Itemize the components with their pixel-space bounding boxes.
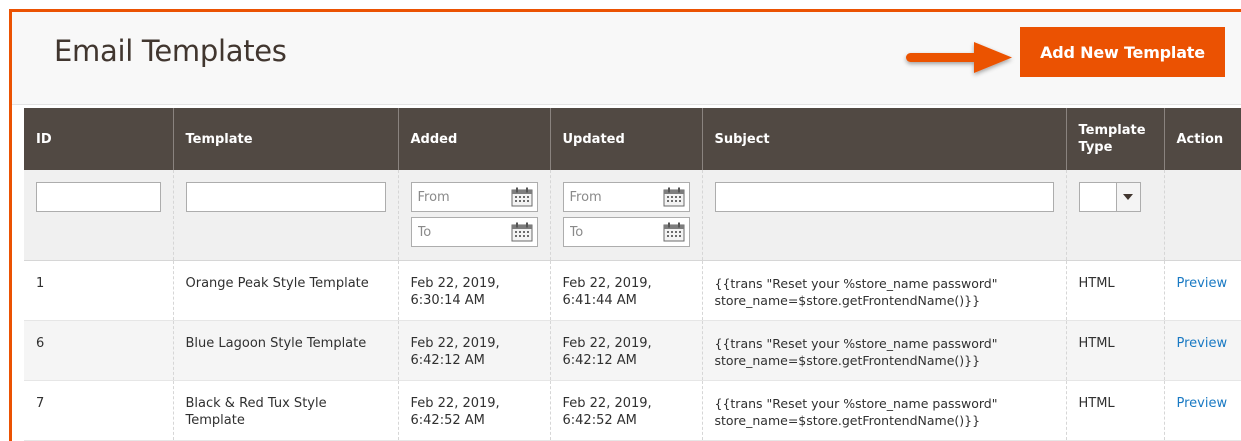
filter-id-input[interactable]	[36, 182, 161, 212]
calendar-icon[interactable]	[511, 222, 533, 242]
cell-id: 7	[24, 380, 173, 441]
calendar-icon[interactable]	[663, 222, 685, 242]
filter-updated-from	[562, 182, 690, 212]
cell-id: 1	[24, 260, 173, 321]
page-header: Email Templates Add New Template	[12, 12, 1241, 105]
cell-template: Orange Peak Style Template	[172, 260, 398, 321]
cell-updated: Feb 22, 2019, 6:42:52 AM	[549, 380, 702, 441]
cell-added: Feb 22, 2019, 6:42:52 AM	[397, 380, 550, 441]
filter-updated-to-input[interactable]	[563, 218, 659, 246]
filter-cell-id	[24, 170, 173, 261]
filter-cell-template-type	[1065, 170, 1164, 261]
cell-template-type: HTML	[1065, 320, 1164, 381]
cell-action: Preview	[1163, 380, 1241, 441]
calendar-icon[interactable]	[663, 187, 685, 207]
cell-added: Feb 22, 2019, 6:42:12 AM	[397, 320, 550, 381]
column-header-updated[interactable]: Updated	[549, 108, 702, 170]
cell-subject: {{trans "Reset your %store_name password…	[701, 260, 1066, 321]
filter-template-input[interactable]	[185, 182, 386, 212]
filter-cell-added	[397, 170, 550, 261]
cell-template: Blue Lagoon Style Template	[172, 320, 398, 381]
email-templates-grid: ID Template Added Updated Subject Templa…	[24, 108, 1241, 441]
calendar-icon[interactable]	[511, 187, 533, 207]
cell-template-type: HTML	[1065, 380, 1164, 441]
add-new-template-button[interactable]: Add New Template	[1020, 27, 1225, 77]
preview-link[interactable]: Preview	[1177, 276, 1228, 291]
grid-filter-row	[24, 170, 1241, 261]
column-header-added[interactable]: Added	[397, 108, 550, 170]
cell-id: 6	[24, 320, 173, 381]
filter-cell-action	[1163, 170, 1241, 261]
cell-action: Preview	[1163, 260, 1241, 321]
page-frame: Email Templates Add New Template ID Temp…	[9, 9, 1241, 441]
cell-template: Black & Red Tux Style Template	[172, 380, 398, 441]
cell-updated: Feb 22, 2019, 6:42:12 AM	[549, 320, 702, 381]
cell-action: Preview	[1163, 320, 1241, 381]
filter-updated-from-input[interactable]	[563, 183, 659, 211]
column-header-subject[interactable]: Subject	[701, 108, 1066, 170]
column-header-action: Action	[1163, 108, 1241, 170]
filter-subject-input[interactable]	[714, 182, 1054, 212]
preview-link[interactable]: Preview	[1177, 336, 1228, 351]
cell-template-type: HTML	[1065, 260, 1164, 321]
arrow-right-icon	[900, 36, 1020, 80]
chevron-down-icon	[1115, 183, 1140, 211]
filter-added-to-input[interactable]	[411, 218, 507, 246]
filter-template-type-select[interactable]	[1078, 182, 1141, 212]
preview-link[interactable]: Preview	[1177, 396, 1228, 411]
filter-cell-updated	[549, 170, 702, 261]
filter-added-from-input[interactable]	[411, 183, 507, 211]
cell-subject: {{trans "Reset your %store_name password…	[701, 380, 1066, 441]
filter-cell-subject	[701, 170, 1066, 261]
table-row: 7 Black & Red Tux Style Template Feb 22,…	[24, 380, 1241, 441]
column-header-id[interactable]: ID	[24, 108, 173, 170]
column-header-template-type[interactable]: Template Type	[1065, 108, 1164, 170]
cell-subject: {{trans "Reset your %store_name password…	[701, 320, 1066, 381]
filter-cell-template	[172, 170, 398, 261]
filter-added-to	[410, 217, 538, 247]
table-row: 1 Orange Peak Style Template Feb 22, 201…	[24, 260, 1241, 321]
column-header-template[interactable]: Template	[172, 108, 398, 170]
grid-header-row: ID Template Added Updated Subject Templa…	[24, 108, 1241, 170]
page-title: Email Templates	[54, 34, 287, 68]
table-row: 6 Blue Lagoon Style Template Feb 22, 201…	[24, 320, 1241, 381]
cell-updated: Feb 22, 2019, 6:41:44 AM	[549, 260, 702, 321]
filter-updated-to	[562, 217, 690, 247]
filter-added-from	[410, 182, 538, 212]
cell-added: Feb 22, 2019, 6:30:14 AM	[397, 260, 550, 321]
